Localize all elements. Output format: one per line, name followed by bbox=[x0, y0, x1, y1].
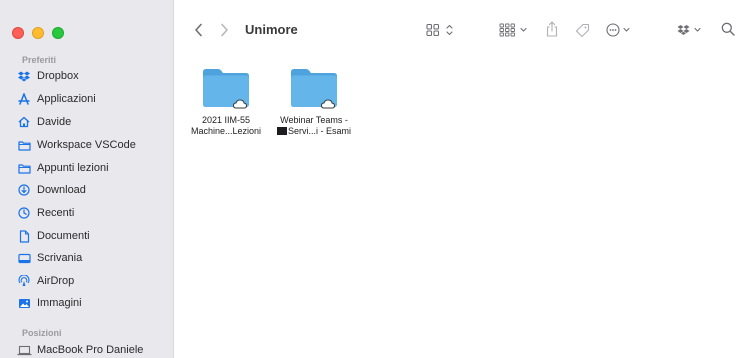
sidebar: Preferiti Dropbox Applicazioni Davide Wo… bbox=[0, 0, 174, 358]
sidebar-item-applicazioni[interactable]: Applicazioni bbox=[16, 89, 166, 109]
file-name-line-1: Webinar Teams - bbox=[280, 115, 348, 125]
sidebar-item-documenti[interactable]: Documenti bbox=[16, 226, 166, 246]
applications-icon bbox=[16, 92, 32, 106]
sidebar-item-recenti[interactable]: Recenti bbox=[16, 203, 166, 223]
chevron-left-icon bbox=[194, 23, 202, 37]
favorites-section-title: Preferiti bbox=[22, 55, 57, 65]
window-controls bbox=[12, 27, 72, 39]
cloud-folder-icon bbox=[288, 66, 340, 110]
sidebar-item-airdrop[interactable]: AirDrop bbox=[16, 271, 166, 291]
file-item[interactable]: Webinar Teams - Servi...i - Esami bbox=[269, 66, 359, 137]
sidebar-item-label: Dropbox bbox=[37, 70, 79, 82]
share-icon bbox=[546, 21, 558, 37]
home-icon bbox=[16, 115, 32, 129]
sidebar-item-label: Download bbox=[37, 184, 86, 196]
content-area: Unimore 2021 IIM-55 Machine...Lezioni We… bbox=[174, 0, 742, 358]
sidebar-item-label: Documenti bbox=[37, 230, 90, 242]
sidebar-item-download[interactable]: Download bbox=[16, 180, 166, 200]
finder-window: Preferiti Dropbox Applicazioni Davide Wo… bbox=[0, 0, 742, 358]
search-button[interactable] bbox=[720, 21, 736, 37]
grid-view-icon bbox=[426, 23, 453, 37]
sidebar-item-label: AirDrop bbox=[37, 275, 75, 287]
chevron-right-icon bbox=[220, 23, 228, 37]
tag-button[interactable] bbox=[574, 22, 590, 38]
sidebar-item-workspace-vscode[interactable]: Workspace VSCode bbox=[16, 135, 166, 155]
sidebar-item-label: Scrivania bbox=[37, 252, 83, 264]
terminal-badge-icon bbox=[276, 127, 287, 135]
sidebar-item-dropbox[interactable]: Dropbox bbox=[16, 66, 166, 86]
sidebar-item-davide[interactable]: Davide bbox=[16, 112, 166, 132]
file-item[interactable]: 2021 IIM-55 Machine...Lezioni bbox=[181, 66, 271, 137]
share-button[interactable] bbox=[544, 20, 560, 38]
cloud-folder-icon bbox=[200, 66, 252, 110]
dropbox-icon bbox=[16, 69, 32, 83]
airdrop-icon bbox=[16, 274, 32, 288]
sidebar-item-scrivania[interactable]: Scrivania bbox=[16, 248, 166, 268]
back-button[interactable] bbox=[190, 22, 206, 38]
sidebar-item-macbook[interactable]: MacBook Pro Daniele bbox=[16, 340, 166, 358]
sidebar-item-label: Davide bbox=[37, 116, 72, 128]
sidebar-item-appunti-lezioni[interactable]: Appunti lezioni bbox=[16, 158, 166, 178]
search-icon bbox=[721, 22, 735, 36]
dropbox-icon bbox=[677, 25, 701, 35]
sidebar-item-immagini[interactable]: Immagini bbox=[16, 293, 166, 313]
file-name-line-2-row: Servi...i - Esami bbox=[269, 126, 359, 137]
sidebar-item-label: Immagini bbox=[37, 297, 82, 309]
file-name-line-1: 2021 IIM-55 bbox=[201, 115, 251, 125]
more-icon bbox=[606, 23, 630, 37]
view-mode-button[interactable] bbox=[426, 22, 456, 38]
dropbox-menu-button[interactable] bbox=[677, 22, 705, 38]
file-name-line-2: Machine...Lezioni bbox=[190, 126, 262, 136]
group-button[interactable] bbox=[499, 22, 533, 38]
sidebar-item-label: Applicazioni bbox=[37, 93, 96, 105]
document-icon bbox=[16, 229, 32, 243]
folder-icon bbox=[16, 138, 32, 152]
sidebar-item-label: Recenti bbox=[37, 207, 75, 219]
close-button[interactable] bbox=[12, 27, 24, 39]
window-title: Unimore bbox=[245, 22, 298, 37]
minimize-button[interactable] bbox=[32, 27, 44, 39]
sidebar-item-label: Workspace VSCode bbox=[37, 139, 136, 151]
forward-button[interactable] bbox=[216, 22, 232, 38]
locations-section-title: Posizioni bbox=[22, 328, 62, 338]
sidebar-item-label: MacBook Pro Daniele bbox=[37, 344, 144, 356]
tag-icon bbox=[575, 23, 589, 37]
folder-icon bbox=[16, 161, 32, 175]
more-actions-button[interactable] bbox=[606, 22, 636, 38]
toolbar: Unimore bbox=[174, 0, 742, 62]
download-icon bbox=[16, 183, 32, 197]
file-name-line-2: Servi...i - Esami bbox=[287, 126, 351, 136]
zoom-button[interactable] bbox=[52, 27, 64, 39]
clock-icon bbox=[16, 206, 32, 220]
desktop-icon bbox=[16, 251, 32, 265]
sidebar-item-label: Appunti lezioni bbox=[37, 162, 109, 174]
laptop-icon bbox=[16, 343, 32, 357]
photo-icon bbox=[16, 296, 32, 310]
group-icon bbox=[499, 23, 527, 37]
